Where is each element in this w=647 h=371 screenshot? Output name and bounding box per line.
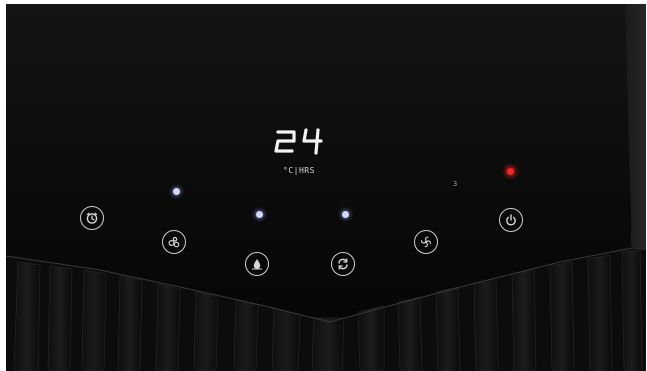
mode-led: [173, 188, 180, 195]
mode-bubbles-icon: [168, 236, 180, 248]
cycle-led: [342, 211, 349, 218]
unit-label: °C|HRS: [283, 166, 315, 175]
fan-speed-indicator: 3: [453, 180, 458, 188]
dehumidify-button[interactable]: [245, 252, 269, 276]
power-led: [507, 168, 514, 175]
power-icon: [506, 214, 516, 226]
fan-icon: [421, 236, 431, 248]
timer-button[interactable]: [80, 206, 104, 230]
fan-button[interactable]: [414, 230, 438, 254]
water-drop-icon: [251, 259, 263, 270]
cycle-arrows-icon: [338, 258, 348, 270]
power-button[interactable]: [499, 208, 523, 232]
cycle-button[interactable]: [331, 252, 355, 276]
timer-icon: [86, 212, 98, 224]
dehumidify-led: [256, 211, 263, 218]
appliance-control-panel: 24 °C|HRS 3: [0, 0, 647, 371]
panel-background: [0, 0, 647, 371]
mode-button[interactable]: [162, 230, 186, 254]
temperature-display: [274, 128, 323, 155]
